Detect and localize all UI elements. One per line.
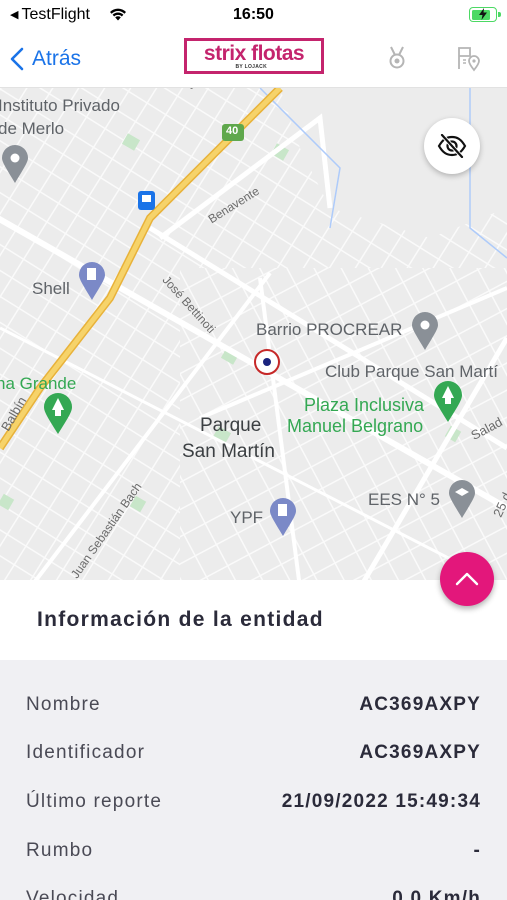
chevron-left-icon: [10, 47, 24, 71]
info-value: 21/09/2022 15:49:34: [281, 791, 481, 812]
info-key: Último reporte: [26, 791, 163, 812]
map-view[interactable]: Instituto Privado de Merlo 40 Benavente …: [0, 88, 507, 588]
info-row-nombre: Nombre AC369AXPY: [0, 684, 507, 732]
entity-info-list: Nombre AC369AXPY Identificador AC369AXPY…: [0, 660, 507, 900]
map-label-plaza-1: Plaza Inclusiva: [304, 395, 425, 415]
back-button-label: Atrás: [32, 47, 82, 70]
info-key: Rumbo: [26, 840, 94, 861]
info-key: Identificador: [26, 742, 146, 763]
info-row-velocidad: Velocidad 0.0 Km/h: [0, 878, 507, 900]
info-row-rumbo: Rumbo -: [0, 830, 507, 878]
map-label-san-martin: San Martín: [182, 441, 275, 462]
map-label-shell: Shell: [32, 279, 70, 298]
status-bar: ◀ TestFlight 16:50: [0, 0, 507, 30]
info-value: AC369AXPY: [359, 694, 481, 715]
map-label-plaza-2: Manuel Belgrano: [287, 416, 424, 436]
map-label-de-merlo: de Merlo: [0, 119, 65, 138]
strix-flotas-logo: strix flotas BY LOJACK: [184, 38, 324, 74]
battery-charging-icon: [469, 7, 501, 22]
flag-location-icon[interactable]: [454, 44, 482, 72]
hide-map-layer-button[interactable]: [424, 118, 480, 174]
map-label-instituto: Instituto Privado: [0, 96, 120, 115]
medal-icon[interactable]: [383, 44, 411, 72]
map-label-ypf: YPF: [230, 508, 264, 527]
info-value: -: [473, 840, 481, 861]
navigation-bar: Atrás strix flotas BY LOJACK: [0, 30, 507, 88]
info-value: 0.0 Km/h: [392, 888, 481, 900]
route-shield-label: 40: [226, 125, 239, 137]
clock: 16:50: [233, 6, 274, 23]
info-row-identificador: Identificador AC369AXPY: [0, 732, 507, 780]
map-label-parque: Parque: [200, 415, 262, 436]
panel-title: Información de la entidad: [37, 608, 324, 631]
chevron-up-icon: [455, 572, 479, 586]
map-label-club: Club Parque San Martí: [325, 362, 498, 381]
eye-off-icon: [437, 134, 467, 158]
map-label-ees-5: EES N° 5: [368, 490, 440, 509]
map-label-grande: na Grande: [0, 374, 77, 393]
info-row-ultimo-reporte: Último reporte 21/09/2022 15:49:34: [0, 781, 507, 829]
info-key: Velocidad: [26, 888, 120, 900]
info-value: AC369AXPY: [359, 742, 481, 763]
entity-info-header: Información de la entidad: [0, 580, 507, 660]
back-button[interactable]: Atrás: [10, 42, 81, 76]
map-label-barrio-procrear: Barrio PROCREAR: [256, 320, 403, 339]
vehicle-position-marker[interactable]: [254, 349, 280, 375]
info-key: Nombre: [26, 694, 101, 715]
expand-panel-button[interactable]: [440, 552, 494, 606]
